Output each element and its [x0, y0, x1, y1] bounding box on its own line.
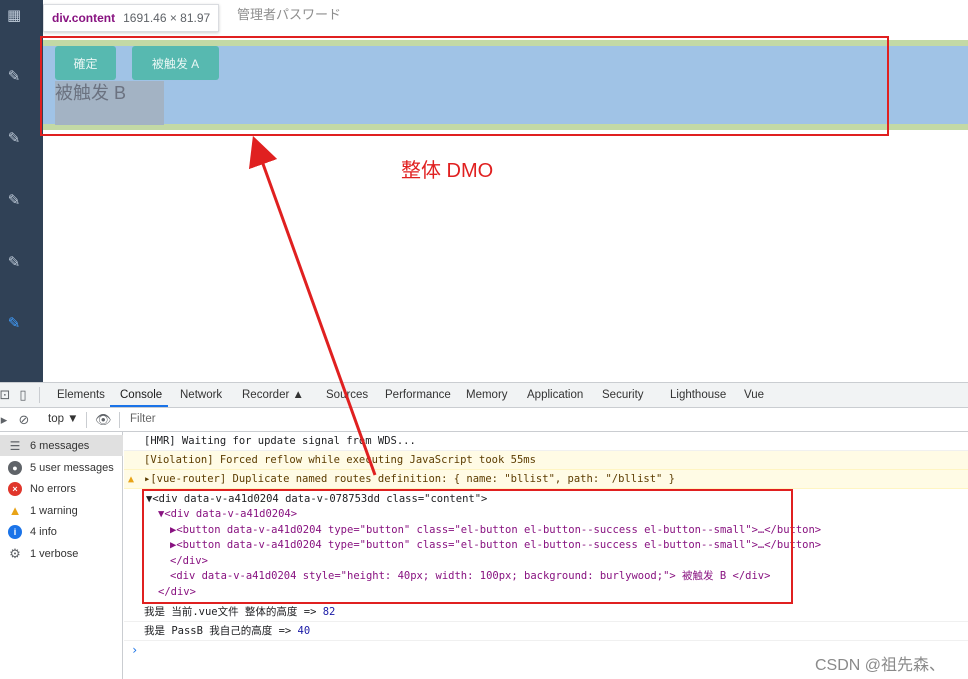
- divider: [119, 412, 120, 428]
- screenshot-root: ▦ ✎ ✎ ✎ ✎ ✎ 管理者パスワード 被触发 B 確定 被触发 A div.…: [0, 0, 968, 679]
- tab-console[interactable]: Console: [120, 389, 162, 401]
- tab-security[interactable]: Security: [602, 389, 644, 401]
- annotation-label: 整体 DMO: [401, 160, 494, 182]
- sidebar-item-verbose[interactable]: ⚙ 1 verbose: [0, 543, 123, 564]
- tab-network[interactable]: Network: [180, 389, 222, 401]
- sidebar-item-label: 1 warning: [30, 504, 78, 517]
- console-log-total-height: 我是 当前.vue文件 整体的高度 => 82: [124, 603, 968, 622]
- grid-icon[interactable]: ▦: [7, 8, 21, 23]
- tab-recorder[interactable]: Recorder ▲: [242, 389, 304, 401]
- sidebar-item-warnings[interactable]: ▲ 1 warning: [0, 500, 123, 521]
- log-text: 我是 当前.vue文件 整体的高度 =>: [144, 606, 317, 618]
- console-sidebar: ☰ 6 messages ● 5 user messages × No erro…: [0, 432, 123, 679]
- tooltip-tag: div.content: [52, 11, 116, 25]
- annotation-box-bottom: [142, 489, 793, 604]
- info-icon: i: [8, 524, 22, 539]
- tab-lighthouse[interactable]: Lighthouse: [670, 389, 726, 401]
- divider: [86, 412, 87, 428]
- sidebar-item-user-messages[interactable]: ● 5 user messages: [0, 457, 123, 478]
- sidebar-item-label: 1 verbose: [30, 547, 79, 560]
- tab-sources[interactable]: Sources: [326, 389, 368, 401]
- edit-icon[interactable]: ✎: [7, 131, 21, 146]
- log-value: 40: [297, 625, 311, 637]
- warning-icon: ▲: [8, 503, 22, 518]
- page-title: 管理者パスワード: [237, 7, 342, 22]
- context-select[interactable]: top ▼: [48, 413, 79, 425]
- console-toolbar: ▸ ⊘ top ▼ 👁 Filter: [0, 408, 968, 432]
- inspect-tooltip: div.content 1691.46 × 81.97: [43, 4, 220, 32]
- sidebar-item-info[interactable]: i 4 info: [0, 521, 123, 542]
- edit-icon[interactable]: ✎: [7, 255, 21, 270]
- sidebar-item-messages[interactable]: ☰ 6 messages: [0, 435, 123, 456]
- device-icon[interactable]: ▯: [16, 388, 30, 402]
- edit-icon-active[interactable]: ✎: [7, 316, 21, 331]
- sidebar-item-label: 6 messages: [30, 439, 90, 452]
- filter-input[interactable]: Filter: [130, 413, 156, 425]
- list-icon: ☰: [9, 438, 21, 453]
- console-line-violation: [Violation] Forced reflow while executin…: [124, 451, 968, 470]
- devtools-tabbar: ⊡ ▯ Elements Console Network Recorder ▲ …: [0, 383, 968, 408]
- warning-text: ▸[vue-router] Duplicate named routes def…: [144, 473, 676, 485]
- tab-vue[interactable]: Vue: [744, 389, 764, 401]
- warning-icon: ▲: [128, 474, 135, 485]
- clear-console-icon[interactable]: ⊘: [17, 413, 31, 427]
- tooltip-size: 1691.46 × 81.97: [123, 11, 211, 25]
- tab-performance[interactable]: Performance: [385, 389, 451, 401]
- tab-application[interactable]: Application: [527, 389, 583, 401]
- log-value: 82: [322, 606, 336, 618]
- log-text: 我是 PassB 我自己的高度 =>: [144, 625, 292, 637]
- sidebar-item-label: 4 info: [30, 525, 57, 538]
- sidebar-item-label: 5 user messages: [30, 461, 114, 474]
- inspect-icon[interactable]: ⊡: [0, 388, 12, 402]
- watermark: CSDN @祖先森、: [815, 657, 946, 674]
- console-line-hmr: [HMR] Waiting for update signal from WDS…: [124, 432, 968, 451]
- tab-memory[interactable]: Memory: [466, 389, 508, 401]
- sidebar-toggle-icon[interactable]: ▸: [0, 413, 11, 427]
- sidebar-item-label: No errors: [30, 482, 76, 495]
- console-prompt[interactable]: ›: [131, 643, 138, 657]
- console-line-warning[interactable]: ▲ ▸[vue-router] Duplicate named routes d…: [124, 470, 968, 489]
- tab-elements[interactable]: Elements: [57, 389, 105, 401]
- console-log-passb-height: 我是 PassB 我自己的高度 => 40: [124, 622, 968, 641]
- divider: [39, 387, 40, 403]
- eye-icon[interactable]: 👁: [95, 413, 112, 427]
- annotation-box-top: [40, 36, 889, 136]
- edit-icon[interactable]: ✎: [7, 193, 21, 208]
- error-icon: ×: [8, 481, 22, 496]
- edit-icon[interactable]: ✎: [7, 69, 21, 84]
- app-sidebar: ▦ ✎ ✎ ✎ ✎ ✎: [0, 0, 43, 382]
- user-icon: ●: [8, 460, 22, 475]
- sidebar-item-errors[interactable]: × No errors: [0, 478, 123, 499]
- active-tab-underline: [110, 405, 168, 407]
- gear-icon: ⚙: [9, 545, 21, 561]
